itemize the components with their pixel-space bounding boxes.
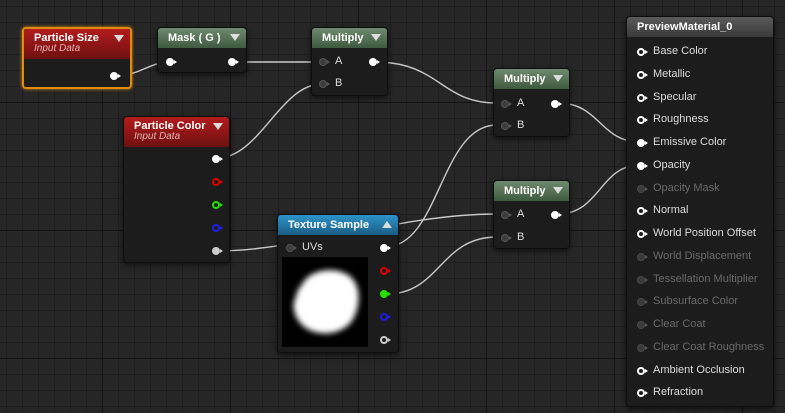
multiply-2-input-a-pin[interactable] (501, 100, 512, 108)
multiply-1-label-a: A (335, 55, 343, 67)
multiply-2-label-a: A (517, 97, 525, 109)
multiply-2-input-b-pin[interactable] (501, 122, 512, 130)
multiply-node-1[interactable]: Multiply A B (311, 27, 388, 96)
material-input-pin-ambient-occlusion[interactable] (637, 366, 648, 375)
multiply-2-title: Multiply (504, 73, 546, 85)
texture-sample-header[interactable]: Texture Sample (278, 215, 398, 235)
material-input-pin-emissive-color[interactable] (637, 139, 648, 147)
multiply-3-title: Multiply (504, 185, 546, 197)
material-input-pin-subsurface-color (637, 298, 648, 307)
material-input-label-subsurface-color: Subsurface Color (653, 295, 738, 308)
particle-size-node[interactable]: Particle Size Input Data (22, 27, 132, 89)
texture-sample-label-uvs: UVs (302, 241, 323, 253)
particle-color-blue-pin[interactable] (212, 224, 223, 232)
particle-size-header[interactable]: Particle Size Input Data (24, 29, 130, 59)
material-input-label-normal: Normal (653, 204, 689, 217)
material-input-label-world-displacement: World Displacement (653, 249, 752, 262)
material-input-label-clear-coat: Clear Coat (653, 318, 706, 330)
particle-color-red-pin[interactable] (212, 178, 223, 186)
particle-color-alpha-pin[interactable] (212, 247, 223, 255)
material-input-label-world-position-offset: World Position Offset (653, 227, 756, 239)
material-input-label-specular: Specular (653, 90, 697, 103)
particle-color-node[interactable]: Particle Color Input Data (123, 116, 230, 263)
texture-preview (282, 257, 368, 347)
material-input-pin-base-color[interactable] (637, 48, 648, 56)
multiply-2-header[interactable]: Multiply (494, 69, 569, 89)
particle-color-green-pin[interactable] (212, 201, 223, 209)
multiply-3-output-pin[interactable] (551, 211, 562, 219)
particle-size-output-pin[interactable] (110, 72, 121, 80)
multiply-3-header[interactable]: Multiply (494, 181, 569, 201)
material-input-pin-clear-coat-roughness (637, 343, 648, 352)
material-input-pin-world-displacement (637, 252, 648, 261)
material-input-label-roughness: Roughness (653, 113, 709, 126)
mask-g-header[interactable]: Mask ( G ) (158, 28, 246, 48)
collapse-arrow-icon[interactable] (230, 34, 240, 41)
multiply-2-label-b: B (517, 119, 525, 131)
multiply-1-input-b-pin[interactable] (319, 80, 330, 88)
material-input-label-refraction: Refraction (653, 386, 704, 399)
multiply-3-input-a-pin[interactable] (501, 211, 512, 219)
material-input-pin-refraction[interactable] (637, 389, 648, 398)
particle-color-rgb-pin[interactable] (212, 155, 223, 163)
texture-sample-alpha-pin[interactable] (380, 336, 391, 344)
wire-particle-color-to-multiply1-b (216, 83, 323, 159)
collapse-arrow-icon[interactable] (213, 123, 223, 130)
collapse-arrow-icon[interactable] (114, 35, 124, 42)
particle-size-subtitle: Input Data (34, 43, 81, 54)
multiply-1-header[interactable]: Multiply (312, 28, 387, 48)
texture-preview-image (293, 270, 359, 334)
material-input-label-ambient-occlusion: Ambient Occlusion (653, 363, 745, 376)
particle-color-subtitle: Input Data (134, 131, 181, 142)
material-input-pin-roughness[interactable] (637, 116, 648, 125)
material-input-label-metallic: Metallic (653, 67, 691, 80)
material-input-label-base-color: Base Color (653, 45, 708, 57)
multiply-node-3[interactable]: Multiply A B (493, 180, 570, 249)
collapse-arrow-icon[interactable] (371, 34, 381, 41)
material-input-label-emissive-color: Emissive Color (653, 136, 727, 148)
multiply-1-label-b: B (335, 77, 343, 89)
multiply-3-input-b-pin[interactable] (501, 234, 512, 242)
material-input-pin-opacity[interactable] (637, 161, 648, 170)
material-input-pin-clear-coat (637, 321, 648, 329)
material-input-label-tessellation-multiplier: Tessellation Multiplier (653, 272, 758, 285)
material-input-pin-normal[interactable] (637, 207, 648, 216)
multiply-3-label-a: A (517, 208, 525, 220)
multiply-1-title: Multiply (322, 32, 364, 44)
texture-sample-green-pin[interactable] (380, 290, 391, 298)
wire-texture-green-to-multiply3-b (386, 236, 498, 295)
material-input-label-clear-coat-roughness: Clear Coat Roughness (653, 340, 765, 353)
collapse-arrow-icon[interactable] (553, 75, 563, 82)
collapse-arrow-icon[interactable] (382, 221, 392, 228)
material-input-pin-specular[interactable] (637, 93, 648, 102)
multiply-2-output-pin[interactable] (551, 100, 562, 108)
texture-sample-uvs-pin[interactable] (286, 244, 297, 252)
multiply-1-input-a-pin[interactable] (319, 58, 330, 66)
mask-g-node[interactable]: Mask ( G ) (157, 27, 247, 73)
material-header[interactable]: PreviewMaterial_0 (627, 17, 773, 37)
particle-color-header[interactable]: Particle Color Input Data (124, 117, 229, 147)
material-input-pin-tessellation-multiplier (637, 275, 648, 284)
material-result-node[interactable]: PreviewMaterial_0 Base Color Metallic Spec… (626, 16, 774, 407)
texture-sample-rgb-pin[interactable] (380, 244, 391, 252)
material-input-pin-opacity-mask (637, 184, 648, 193)
material-input-pin-metallic[interactable] (637, 70, 648, 79)
collapse-arrow-icon[interactable] (553, 187, 563, 194)
material-input-label-opacity: Opacity (653, 158, 691, 171)
texture-sample-node[interactable]: Texture Sample UVs (277, 214, 399, 353)
multiply-1-output-pin[interactable] (369, 58, 380, 66)
material-input-label-opacity-mask: Opacity Mask (653, 181, 720, 194)
mask-g-title: Mask ( G ) (168, 32, 221, 44)
texture-sample-red-pin[interactable] (380, 267, 391, 275)
mask-g-input-pin[interactable] (166, 58, 177, 66)
wire-texture-rgb-to-multiply2-b (384, 124, 498, 248)
material-input-pin-world-position-offset[interactable] (637, 230, 648, 238)
texture-sample-blue-pin[interactable] (380, 313, 391, 321)
mask-g-output-pin[interactable] (228, 58, 239, 66)
multiply-node-2[interactable]: Multiply A B (493, 68, 570, 137)
texture-sample-title: Texture Sample (288, 219, 370, 231)
material-title: PreviewMaterial_0 (637, 21, 733, 33)
multiply-3-label-b: B (517, 231, 525, 243)
wire-multiply1-to-multiply2-a (374, 61, 498, 104)
